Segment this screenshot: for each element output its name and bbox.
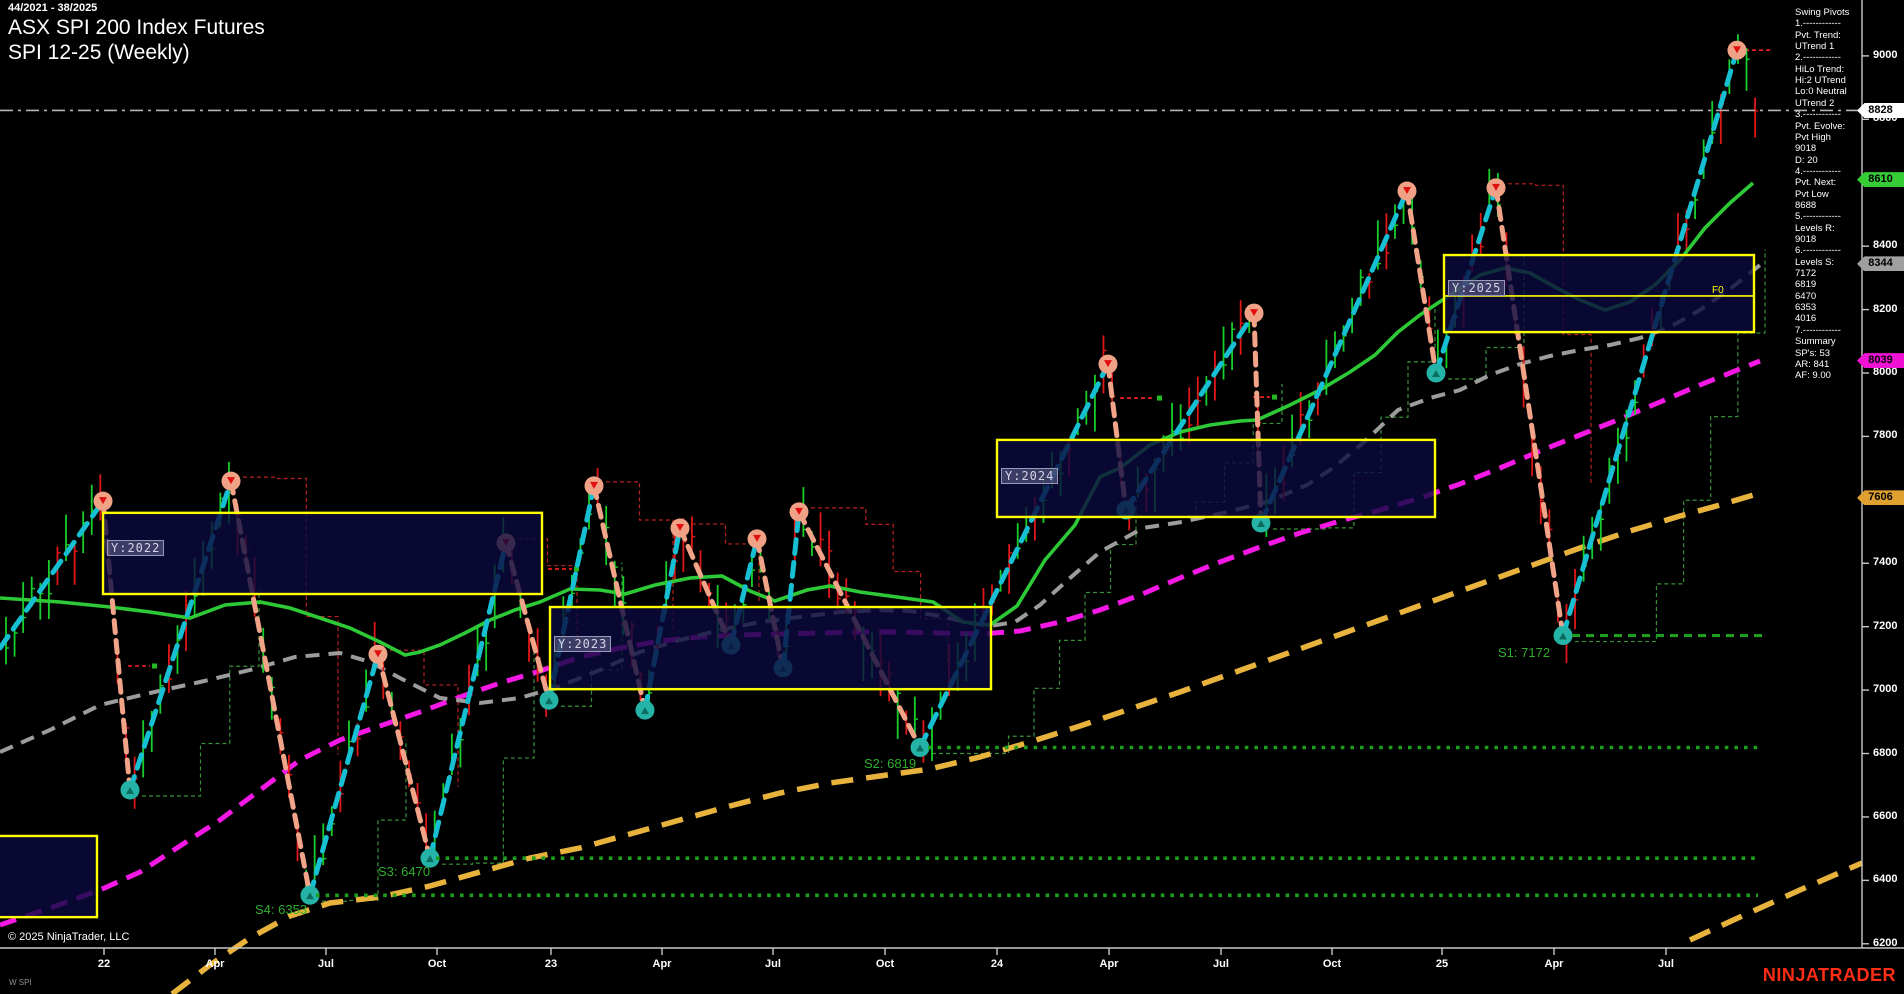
swing-pivots-panel-line: Pvt High (1795, 131, 1831, 143)
price-tick-label: 9000 (1873, 48, 1898, 61)
year-box-label: Y:2022 (107, 540, 165, 556)
swing-pivots-panel-line: AF: 9.00 (1795, 370, 1831, 382)
swing-pivots-panel-line: 7.------------ (1795, 324, 1841, 336)
chart-title: ASX SPI 200 Index Futures (8, 16, 265, 39)
swing-pivots-panel-line: HiLo Trend: (1795, 63, 1845, 75)
swing-pivots-panel-line: 6470 (1795, 290, 1817, 302)
support-level-label: S1: 7172 (1498, 645, 1551, 660)
time-tick-label: Jul (1213, 958, 1229, 970)
instrument-tab[interactable]: W SPI (9, 978, 32, 987)
swing-pivots-panel-line: Levels R: (1795, 222, 1835, 234)
swing-pivots-panel-line: 1.------------ (1795, 18, 1841, 30)
swing-pivots-panel-line: UTrend 1 (1795, 41, 1835, 53)
support-level-label: S2: 6819 (864, 756, 917, 771)
copyright-label: © 2025 NinjaTrader, LLC (8, 931, 130, 943)
year-box-label: Y:2025 (1448, 280, 1506, 296)
time-tick-label: Apr (1099, 958, 1119, 970)
swing-pivots-panel-line: Swing Pivots (1795, 7, 1850, 18)
date-range-label: 44/2021 - 38/2025 (8, 2, 98, 14)
chart-window: 44/2021 - 38/2025 ASX SPI 200 Index Futu… (0, 0, 1904, 994)
swing-pivots-panel-line: Summary (1795, 336, 1836, 348)
time-tick-label: Jul (765, 958, 781, 970)
price-tick-label: 8400 (1873, 239, 1898, 252)
price-tick-label: 6600 (1873, 809, 1898, 822)
time-tick-label: 24 (990, 958, 1004, 970)
chart-subtitle: SPI 12-25 (Weekly) (8, 41, 190, 64)
price-chart-canvas[interactable] (0, 0, 1904, 994)
time-tick-label: Apr (1544, 958, 1564, 970)
price-badge-8828: 8828 (1857, 102, 1904, 118)
support-level-label: S3: 6470 (378, 864, 431, 879)
swing-pivots-panel-line: SP's: 53 (1795, 347, 1831, 359)
swing-pivots-panel-line: 7172 (1795, 268, 1817, 280)
time-tick-label: Oct (1322, 958, 1342, 970)
swing-pivots-panel-line: 9018 (1795, 234, 1817, 245)
swing-pivots-panel-line: 4.------------ (1795, 165, 1841, 177)
price-tick-label: 6200 (1873, 936, 1898, 949)
swing-pivots-panel-line: 6819 (1795, 279, 1817, 291)
time-tick-label: 25 (1435, 958, 1449, 970)
swing-pivots-panel-line: D: 20 (1795, 154, 1818, 166)
year-box-label: Y:2024 (1001, 468, 1059, 484)
price-tick-label: 7200 (1873, 619, 1898, 632)
swing-pivots-panel-line: AR: 841 (1795, 358, 1830, 370)
swing-pivots-panel-line: Pvt Low (1795, 188, 1829, 200)
swing-pivots-panel-line: 3.------------ (1795, 109, 1841, 121)
swing-pivots-panel-line: Pvt. Next: (1795, 177, 1837, 189)
swing-pivots-panel-line: 9018 (1795, 143, 1817, 155)
fib-level-label: F0 (1712, 285, 1724, 296)
swing-pivots-panel-line: Hi:2 UTrend (1795, 75, 1846, 87)
price-tick-label: 7000 (1873, 683, 1898, 696)
swing-pivots-panel-line: UTrend 2 (1795, 97, 1835, 109)
price-tick-label: 8200 (1873, 302, 1898, 315)
price-badge-8610: 8610 (1857, 172, 1904, 188)
swing-pivots-panel-line: Pvt. Evolve: (1795, 120, 1846, 132)
time-tick-label: Jul (1658, 958, 1674, 970)
time-tick-label: 23 (544, 958, 558, 970)
price-tick-label: 6400 (1873, 873, 1898, 886)
price-badge-8039: 8039 (1857, 353, 1904, 369)
price-badge-8344: 8344 (1857, 256, 1904, 272)
support-level-label: S4: 6353 (255, 902, 308, 917)
swing-pivots-panel-line: 5.------------ (1795, 211, 1841, 223)
time-tick-label: Apr (205, 958, 225, 970)
time-tick-label: Oct (427, 958, 447, 970)
price-badge-7606: 7606 (1857, 490, 1904, 506)
swing-pivots-panel-line: 6.------------ (1795, 245, 1841, 257)
time-tick-label: Jul (318, 958, 334, 970)
swing-pivots-panel-line: 4016 (1795, 313, 1817, 325)
swing-pivots-panel-line: Pvt. Trend: (1795, 29, 1841, 41)
ninjatrader-logo: NINJATRADER (1762, 965, 1896, 985)
price-tick-label: 7400 (1873, 556, 1898, 569)
price-tick-label: 6800 (1873, 746, 1898, 759)
swing-pivots-panel-line: Lo:0 Neutral (1795, 86, 1847, 98)
year-box-label: Y:2023 (554, 636, 612, 652)
swing-pivots-panel-line: 6353 (1795, 302, 1817, 314)
time-tick-label: Apr (652, 958, 672, 970)
swing-pivots-panel-line: Levels S: (1795, 256, 1835, 268)
swing-pivots-panel-line: 8688 (1795, 199, 1817, 211)
price-tick-label: 7800 (1873, 429, 1898, 442)
time-tick-label: 22 (97, 958, 111, 970)
swing-pivots-panel-line: 2.------------ (1795, 52, 1841, 64)
time-tick-label: Oct (875, 958, 895, 970)
